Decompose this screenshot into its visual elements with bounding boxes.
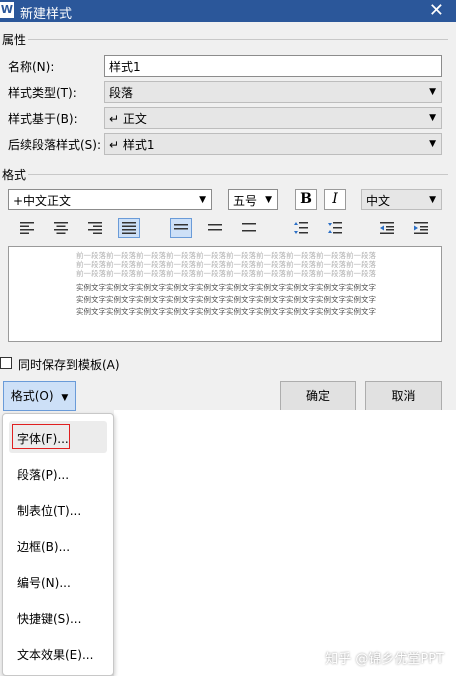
based-on-value: ↵ 正文 <box>109 112 147 126</box>
font-size-value: 五号 <box>233 194 258 208</box>
format-section-title: 格式 <box>2 168 27 182</box>
next-style-value: ↵ 样式1 <box>109 138 155 152</box>
justify-icon <box>122 222 136 234</box>
increase-para-spacing-button[interactable] <box>290 218 312 238</box>
next-style-label: 后续段落样式(S): <box>8 138 102 152</box>
align-left-icon <box>20 222 34 234</box>
dropdown-arrow-icon: ▼ <box>61 393 69 403</box>
menu-item-font[interactable]: 字体(F)... <box>17 430 69 447</box>
properties-section-title: 属性 <box>2 33 27 47</box>
preview-sample-line: 实例文字实例文字实例文字实例文字实例文字实例文字实例文字实例文字实例文字实例文字 <box>76 283 376 292</box>
title-bar: W 新建样式 ✕ <box>0 0 456 22</box>
line-spacing-double-icon <box>242 223 256 232</box>
one-half-spacing-button[interactable] <box>204 218 226 238</box>
font-select[interactable]: +中文正文 ▼ <box>8 189 212 210</box>
style-preview: 前一段落前一段落前一段落前一段落前一段落前一段落前一段落前一段落前一段落前一段落… <box>8 246 442 342</box>
background-area <box>114 410 456 676</box>
decrease-para-spacing-button[interactable] <box>324 218 346 238</box>
properties-divider <box>28 39 448 40</box>
format-dropdown-menu: 字体(F)... 段落(P)... 制表位(T)... 边框(B)... 编号(… <box>2 413 114 676</box>
align-right-button[interactable] <box>84 218 106 238</box>
italic-button[interactable]: I <box>324 189 346 210</box>
preview-prev-line: 前一段落前一段落前一段落前一段落前一段落前一段落前一段落前一段落前一段落前一段落 <box>76 269 376 278</box>
spacing-decrease-icon <box>328 222 342 234</box>
dropdown-arrow-icon: ▼ <box>429 113 436 123</box>
name-field[interactable]: 样式1 <box>104 55 442 77</box>
format-divider <box>28 174 448 175</box>
window-title: 新建样式 <box>20 7 73 22</box>
save-to-template-checkbox[interactable] <box>0 357 12 369</box>
increase-indent-button[interactable] <box>410 218 432 238</box>
watermark: 知乎 @锦乡优堂PPT <box>325 652 444 667</box>
format-button[interactable]: 格式(O) ▼ <box>3 381 76 411</box>
menu-item-text-effects[interactable]: 文本效果(E)... <box>17 646 93 663</box>
ok-button[interactable]: 确定 <box>280 381 356 411</box>
name-label: 名称(N): <box>8 60 55 74</box>
chevron-down-icon: ▼ <box>429 195 436 205</box>
format-button-label: 格式(O) <box>10 389 54 403</box>
cancel-button[interactable]: 取消 <box>365 381 442 411</box>
bold-button[interactable]: B <box>295 189 317 210</box>
menu-item-paragraph[interactable]: 段落(P)... <box>17 466 69 483</box>
preview-sample-line: 实例文字实例文字实例文字实例文字实例文字实例文字实例文字实例文字实例文字实例文字 <box>76 307 376 316</box>
preview-sample-line: 实例文字实例文字实例文字实例文字实例文字实例文字实例文字实例文字实例文字实例文字 <box>76 295 376 304</box>
align-right-icon <box>88 222 102 234</box>
next-style-select[interactable]: ↵ 样式1 ▼ <box>104 133 442 155</box>
chevron-down-icon: ▼ <box>199 195 206 205</box>
language-select[interactable]: 中文 ▼ <box>361 189 442 210</box>
indent-decrease-icon <box>380 222 394 234</box>
dropdown-arrow-icon: ▼ <box>429 139 436 149</box>
single-spacing-button[interactable] <box>170 218 192 238</box>
save-to-template-label: 同时保存到模板(A) <box>18 358 120 372</box>
style-type-label: 样式类型(T): <box>8 86 77 100</box>
font-size-select[interactable]: 五号 ▼ <box>228 189 278 210</box>
menu-item-tabs[interactable]: 制表位(T)... <box>17 502 81 519</box>
align-center-icon <box>54 222 68 234</box>
based-on-select[interactable]: ↵ 正文 ▼ <box>104 107 442 129</box>
line-spacing-single-icon <box>174 224 188 230</box>
line-spacing-onehalf-icon <box>208 224 222 231</box>
indent-increase-icon <box>414 222 428 234</box>
style-type-select[interactable]: 段落 ▼ <box>104 81 442 103</box>
align-center-button[interactable] <box>50 218 72 238</box>
chevron-down-icon: ▼ <box>265 195 272 205</box>
justify-button[interactable] <box>118 218 140 238</box>
language-value: 中文 <box>366 194 391 208</box>
dropdown-arrow-icon: ▼ <box>429 87 436 97</box>
double-spacing-button[interactable] <box>238 218 260 238</box>
app-logo-icon: W <box>0 2 14 18</box>
font-value: +中文正文 <box>13 194 72 208</box>
decrease-indent-button[interactable] <box>376 218 398 238</box>
spacing-increase-icon <box>294 222 308 234</box>
menu-item-shortcut[interactable]: 快捷键(S)... <box>17 610 81 627</box>
style-type-value: 段落 <box>109 86 134 100</box>
based-on-label: 样式基于(B): <box>8 112 78 126</box>
close-icon[interactable]: ✕ <box>429 0 444 22</box>
align-left-button[interactable] <box>16 218 38 238</box>
menu-item-border[interactable]: 边框(B)... <box>17 538 70 555</box>
menu-item-numbering[interactable]: 编号(N)... <box>17 574 71 591</box>
